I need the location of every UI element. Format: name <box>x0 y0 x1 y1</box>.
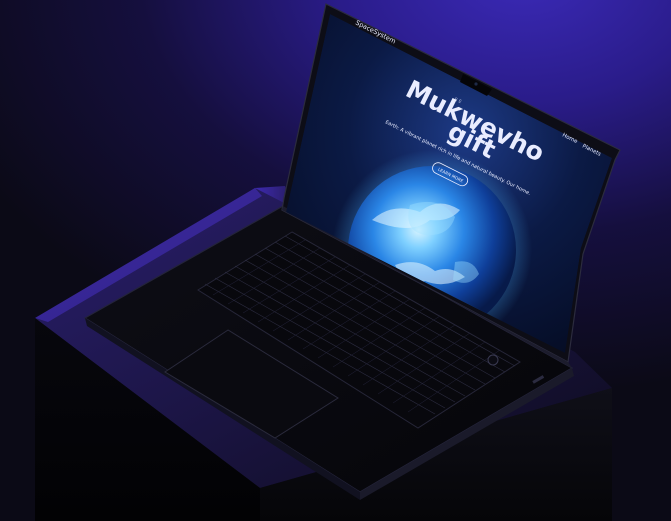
camera-lens <box>474 82 478 86</box>
power-button-icon[interactable] <box>487 354 499 366</box>
laptop-scene: SpaceSystem Home Planets R E Mukwevho gi… <box>35 3 621 521</box>
